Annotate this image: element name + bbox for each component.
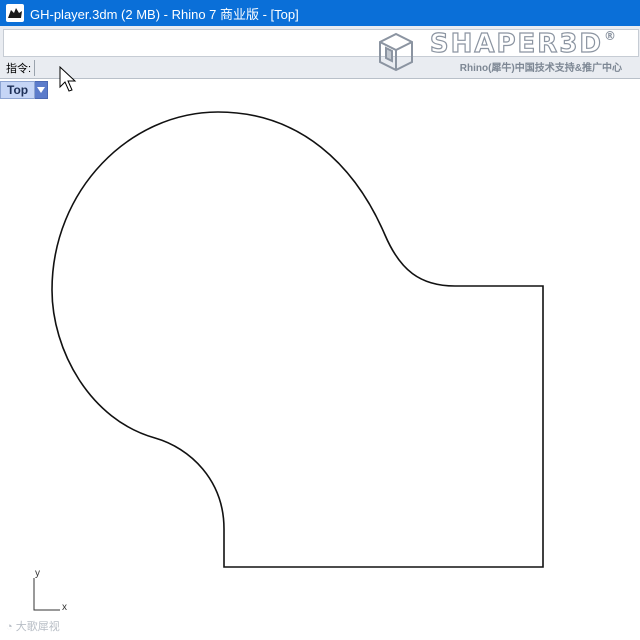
top-viewport[interactable]: Top y x ◔ 大歌犀视 <box>0 80 640 640</box>
channel-watermark-text: 大歌犀视 <box>15 621 60 633</box>
axis-x-label: x <box>62 602 67 613</box>
closed-curve[interactable] <box>51 111 544 568</box>
registered-mark: ® <box>604 29 618 43</box>
rhino-logo-icon[interactable] <box>4 2 26 24</box>
command-input[interactable] <box>34 60 602 76</box>
window-title: GH-player.3dm (2 MB) - Rhino 7 商业版 - [To… <box>30 6 299 22</box>
curve-canvas[interactable] <box>0 80 640 640</box>
mouse-cursor-icon <box>59 66 77 92</box>
command-row: 指令: <box>0 59 640 77</box>
axis-y-label: y <box>35 568 40 579</box>
watermark-brand: SHAPER3D® <box>429 28 618 59</box>
watermark-icon: ◔ <box>6 621 13 633</box>
title-bar: GH-player.3dm (2 MB) - Rhino 7 商业版 - [To… <box>0 0 640 26</box>
axis-gizmo: y x <box>28 568 72 616</box>
command-label: 指令: <box>6 63 32 75</box>
channel-watermark: ◔ 大歌犀视 <box>6 618 60 634</box>
command-area: SHAPER3D® Rhino(犀牛)中国技术支持&推广中心 指令: <box>0 26 640 79</box>
